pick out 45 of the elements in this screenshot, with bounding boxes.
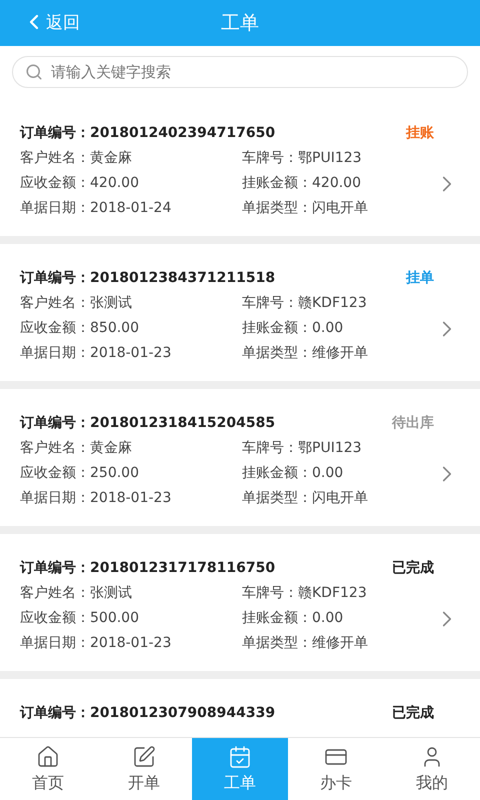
- home-icon: [36, 744, 60, 768]
- order-card[interactable]: 订单编号：2018012317178116750 已完成 客户姓名：张测试 车牌号：赣KDF123 应收金额：500.00 挂账金额：0.00 单据日期：2018-01-23 单据类型：维修开单: [0, 534, 480, 679]
- order-number: 订单编号：2018012318415204585: [20, 414, 276, 433]
- order-field: 客户姓名：张测试: [20, 581, 242, 606]
- search-icon: [25, 63, 43, 81]
- order-field: 单据类型：闪电开单: [242, 486, 434, 511]
- order-field: 应收金额：250.00: [20, 461, 242, 486]
- order-number: 订单编号：2018012402394717650: [20, 124, 276, 143]
- order-field: 单据类型：维修开单: [242, 631, 434, 656]
- order-field: 应收金额：500.00: [20, 606, 242, 631]
- page-title: 工单: [221, 11, 259, 36]
- order-status: 挂单: [406, 269, 434, 288]
- order-field: 应收金额：420.00: [20, 171, 242, 196]
- order-status: 已完成: [392, 704, 434, 723]
- order-number: 订单编号：2018012317178116750: [20, 559, 276, 578]
- order-card[interactable]: 订单编号：2018012318415204585 待出库 客户姓名：黄金麻 车牌号：鄂PUI123 应收金额：250.00 挂账金额：0.00 单据日期：2018-01-23 单据类型：闪电开单: [0, 389, 480, 534]
- pen-square-icon: [132, 744, 156, 768]
- order-field: 单据类型：维修开单: [242, 341, 434, 366]
- order-field: 客户姓名：黄金麻: [20, 436, 242, 461]
- order-field: 车牌号：赣KDF123: [242, 581, 434, 606]
- order-field: 单据日期：2018-01-23: [20, 631, 242, 656]
- order-field: 单据类型：闪电开单: [242, 196, 434, 221]
- order-field: 挂账金额：0.00: [242, 316, 434, 341]
- order-field: 单据日期：2018-01-23: [20, 341, 242, 366]
- search-bar[interactable]: 请输入关键字搜索: [12, 56, 468, 88]
- search-field[interactable]: 请输入关键字搜索: [49, 62, 455, 82]
- order-field: 客户姓名：黄金麻: [20, 146, 242, 171]
- order-status: 已完成: [392, 558, 434, 578]
- order-field: 挂账金额：0.00: [242, 606, 434, 631]
- calendar-check-icon: [228, 744, 252, 768]
- order-field: 单据日期：2018-01-23: [20, 486, 242, 511]
- order-field: 挂账金额：420.00: [242, 171, 434, 196]
- order-field: 应收金额：850.00: [20, 316, 242, 341]
- order-number: 订单编号：2018012384371211518: [20, 269, 276, 288]
- order-field: 挂账金额：0.00: [242, 461, 434, 486]
- order-field: 单据日期：2018-01-24: [20, 196, 242, 221]
- order-number: 订单编号：2018012307908944339: [20, 704, 276, 723]
- order-card[interactable]: 订单编号：2018012402394717650 挂账 客户姓名：黄金麻 车牌号：鄂PUI123 应收金额：420.00 挂账金额：420.00 单据日期：2018-01-24 单据类型：闪电开单: [0, 99, 480, 244]
- order-field: 车牌号：赣KDF123: [242, 291, 434, 316]
- order-status: 待出库: [392, 414, 434, 433]
- order-status: 挂账: [406, 124, 434, 143]
- order-field: 车牌号：鄂PUI123: [242, 436, 434, 461]
- order-field: 客户姓名：张测试: [20, 291, 242, 316]
- order-card[interactable]: 订单编号：2018012384371211518 挂单 客户姓名：张测试 车牌号：赣KDF123 应收金额：850.00 挂账金额：0.00 单据日期：2018-01-23 单据类型：维修开单: [0, 244, 480, 389]
- order-field: 车牌号：鄂PUI123: [242, 146, 434, 171]
